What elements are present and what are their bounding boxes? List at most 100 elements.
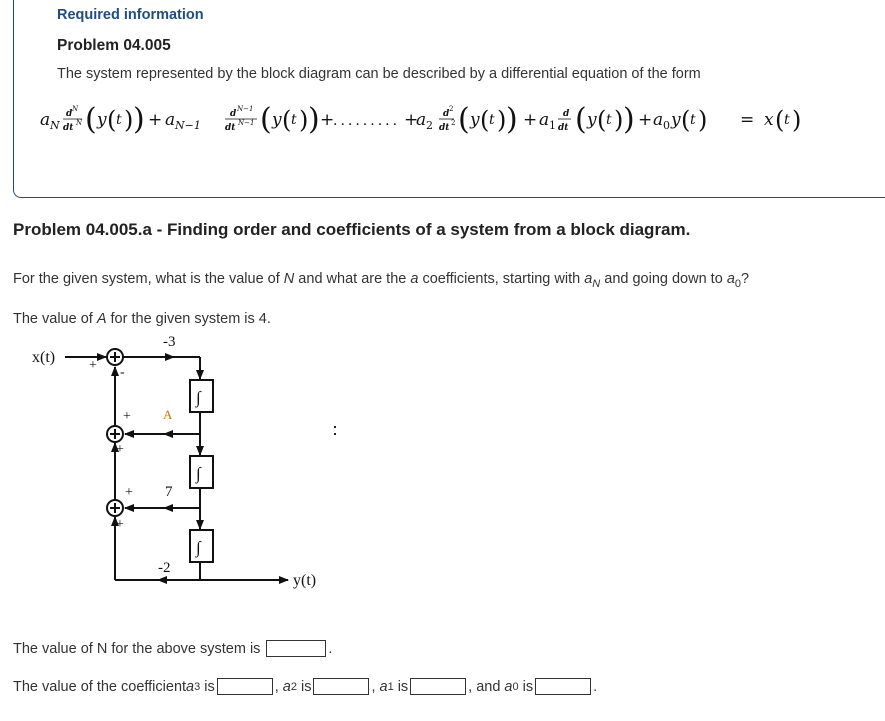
answer-row-N: The value of N for the above system is . (13, 640, 333, 657)
svg-text:x: x (764, 110, 774, 130)
svg-text:t: t (116, 112, 122, 128)
svg-text:a: a (539, 110, 549, 130)
gain-top-label: -3 (163, 334, 176, 350)
svg-text:a: a (165, 110, 175, 130)
required-information-heading: Required information (57, 7, 204, 23)
input-label: x(t) (32, 349, 55, 366)
svg-text:): ) (497, 106, 506, 134)
summing-junction-2 (106, 425, 124, 443)
svg-text:N−1: N−1 (174, 119, 201, 132)
svg-text:(: ( (458, 102, 470, 137)
svg-text:+: + (116, 442, 124, 457)
svg-text:dt: dt (63, 123, 74, 133)
svg-text:a: a (416, 110, 426, 130)
svg-text:y: y (271, 110, 282, 130)
svg-text:+: + (638, 110, 652, 130)
svg-text:(: ( (107, 106, 116, 134)
svg-text:(: ( (480, 106, 489, 134)
question-text: For the given system, what is the value … (13, 271, 750, 290)
svg-text:N: N (71, 105, 79, 113)
svg-text:(: ( (85, 102, 97, 137)
differential-equation: a N d N dt N ( y ( t ) ) + a N−1 d N−1 d… (20, 88, 885, 148)
svg-text:): ) (614, 106, 623, 134)
svg-text:-: - (120, 365, 125, 380)
svg-text:): ) (623, 102, 635, 137)
svg-text:): ) (308, 102, 320, 137)
svg-text:t: t (606, 112, 612, 128)
svg-text:2: 2 (426, 119, 433, 132)
a2-input[interactable] (313, 678, 370, 695)
svg-text:+: + (116, 517, 124, 532)
svg-text:t: t (291, 112, 297, 128)
svg-text:d: d (563, 109, 570, 119)
svg-text:.........: ......... (333, 113, 400, 129)
svg-text:dt: dt (439, 123, 450, 133)
svg-text:y: y (586, 110, 597, 130)
svg-text:N: N (75, 119, 83, 127)
integrator-2: ∫ (189, 455, 214, 489)
svg-text:(: ( (775, 106, 784, 134)
svg-text:): ) (792, 106, 801, 134)
gain-arrow-top (165, 353, 175, 361)
svg-text:(: ( (575, 102, 587, 137)
output-label: y(t) (293, 572, 316, 589)
svg-text:+: + (123, 409, 131, 424)
gain-7-label: 7 (165, 484, 173, 500)
block-diagram: x(t) + - -3 ∫ A + + ∫ 7 + + ∫ y(t) -2 (25, 330, 355, 600)
svg-text:(: ( (282, 106, 291, 134)
n-value-input[interactable] (266, 640, 327, 657)
a-value-statement: The value of A for the given system is 4… (13, 311, 271, 327)
svg-text:a: a (653, 110, 663, 130)
problem-title: Problem 04.005 (57, 37, 171, 54)
problem-description: The system represented by the block diag… (57, 66, 701, 82)
svg-text:): ) (506, 102, 518, 137)
svg-text:): ) (133, 102, 145, 137)
svg-text:): ) (299, 106, 308, 134)
svg-text:): ) (124, 106, 133, 134)
term-a1: a 1 d dt ( y ( t ) ) (539, 102, 635, 137)
term-aN-1: a N−1 d N−1 dt N−1 ( y ( t ) ) (165, 102, 320, 137)
svg-text:0: 0 (663, 119, 670, 132)
svg-text:t: t (784, 112, 790, 128)
svg-text:d: d (230, 109, 237, 119)
stray-marks (334, 426, 338, 438)
term-aN: a N d N dt N ( y ( t ) ) (40, 102, 145, 137)
svg-text:N−1: N−1 (237, 119, 254, 127)
svg-text:=: = (740, 110, 754, 130)
svg-text:dt: dt (225, 123, 236, 133)
svg-text:y: y (670, 110, 681, 130)
svg-text:1: 1 (549, 119, 556, 132)
svg-text:2: 2 (449, 105, 453, 113)
svg-text:y: y (469, 110, 480, 130)
svg-text:+: + (148, 110, 162, 130)
svg-text:+: + (523, 110, 537, 130)
summing-junction-1 (106, 348, 124, 366)
svg-text:dt: dt (558, 123, 569, 133)
answer-row-coefficients: The value of the coefficient a 3 is , a 2 is … (13, 678, 598, 695)
a1-input[interactable] (410, 678, 467, 695)
a3-input[interactable] (216, 678, 273, 695)
svg-text:(: ( (681, 106, 690, 134)
svg-text:+: + (125, 485, 133, 500)
svg-text:2: 2 (451, 119, 455, 127)
svg-text:): ) (698, 106, 707, 134)
svg-text:N: N (49, 119, 60, 132)
summing-junction-3 (106, 499, 124, 517)
term-x: x ( t ) (764, 106, 801, 134)
a0-input[interactable] (535, 678, 592, 695)
svg-text:t: t (489, 112, 495, 128)
svg-text:t: t (690, 112, 696, 128)
gain-A-label: A (163, 407, 173, 422)
subproblem-heading: Problem 04.005.a - Finding order and coe… (13, 220, 691, 239)
term-a0: a 0 y ( t ) (653, 106, 707, 134)
gain-minus2-label: -2 (158, 560, 171, 576)
svg-text:N−1: N−1 (236, 105, 253, 113)
svg-text:y: y (96, 110, 107, 130)
term-a2: a 2 d 2 dt 2 ( y ( t ) ) (416, 102, 518, 137)
svg-text:(: ( (260, 102, 272, 137)
svg-text:a: a (40, 110, 50, 130)
svg-text:+: + (89, 358, 97, 373)
integrator-1: ∫ (189, 379, 214, 413)
svg-text:(: ( (597, 106, 606, 134)
integrator-3: ∫ (189, 529, 214, 563)
